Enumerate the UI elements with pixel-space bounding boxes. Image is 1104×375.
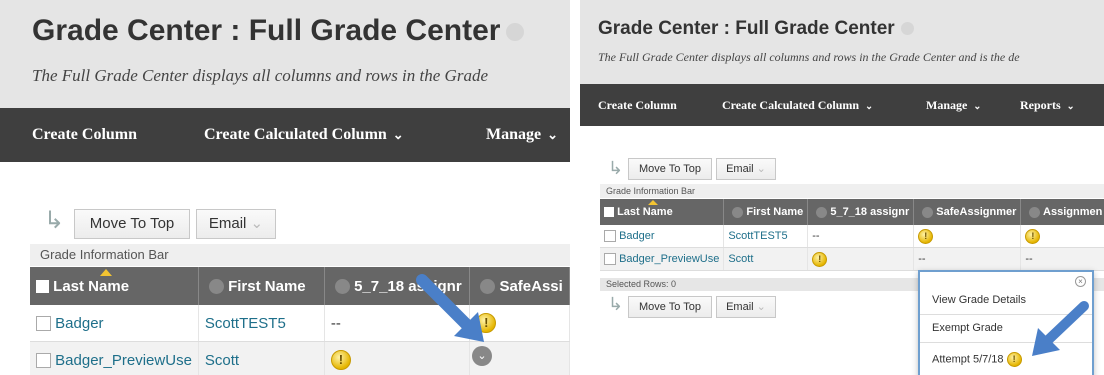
sort-indicator-icon <box>648 200 658 205</box>
blue-pointer-arrow-icon <box>416 274 484 342</box>
create-column-button[interactable]: Create Column <box>598 98 677 113</box>
page-header: Grade Center : Full Grade Center The Ful… <box>0 0 570 108</box>
row-checkbox[interactable] <box>36 316 51 332</box>
needs-grading-icon: ! <box>1006 352 1022 367</box>
page-title: Grade Center : Full Grade Center <box>598 18 914 40</box>
grade-information-bar[interactable]: Grade Information Bar <box>30 244 570 266</box>
column-header-last-name[interactable]: Last Name <box>30 267 199 305</box>
reports-menu[interactable]: Reports ⌄ <box>1020 98 1075 113</box>
create-calculated-column-menu[interactable]: Create Calculated Column ⌄ <box>204 126 404 144</box>
indent-arrow-icon: ↳ <box>44 207 65 234</box>
column-options-icon[interactable] <box>334 279 350 295</box>
manage-menu[interactable]: Manage ⌄ <box>486 126 558 144</box>
create-column-button[interactable]: Create Column <box>32 126 137 144</box>
page-description: The Full Grade Center displays all colum… <box>598 50 1020 64</box>
manage-menu[interactable]: Manage ⌄ <box>926 98 981 113</box>
table-row: Badger ScottTEST5 -- ! ! <box>600 225 1104 248</box>
email-button[interactable]: Email ⌄ <box>716 158 776 180</box>
column-options-icon[interactable] <box>208 279 224 295</box>
page-title: Grade Center : Full Grade Center <box>32 14 525 48</box>
last-name-cell[interactable]: Badger <box>619 230 654 242</box>
row-checkbox[interactable] <box>604 230 616 243</box>
grade-grid: Last Name First Name 5_7_18 assignr Safe… <box>600 199 1104 271</box>
column-options-icon[interactable] <box>1029 206 1041 218</box>
chevron-down-icon: ⌄ <box>973 101 982 112</box>
select-all-checkbox[interactable] <box>36 280 49 294</box>
needs-grading-icon: ! <box>330 350 351 370</box>
first-name-cell[interactable]: Scott <box>205 352 239 369</box>
first-name-cell[interactable]: Scott <box>728 253 753 265</box>
last-name-cell[interactable]: Badger <box>55 315 103 332</box>
action-bar: Create Column Create Calculated Column ⌄ … <box>580 84 1104 126</box>
indent-arrow-icon: ↳ <box>608 294 624 314</box>
right-screenshot-panel: Grade Center : Full Grade Center The Ful… <box>580 0 1104 375</box>
grade-cell[interactable]: -- <box>807 225 915 248</box>
chevron-down-icon: ⌄ <box>865 101 874 112</box>
move-to-top-button[interactable]: Move To Top <box>74 209 190 239</box>
chevron-down-icon: ⌄ <box>756 301 766 313</box>
first-name-cell[interactable]: ScottTEST5 <box>728 230 787 242</box>
row-checkbox[interactable] <box>604 253 616 266</box>
chevron-down-icon: ⌄ <box>547 128 558 142</box>
title-options-icon[interactable] <box>506 23 525 42</box>
move-to-top-button[interactable]: Move To Top <box>628 158 712 180</box>
column-options-icon[interactable] <box>816 206 828 218</box>
column-options-icon[interactable] <box>732 206 744 218</box>
needs-grading-icon: ! <box>918 228 934 244</box>
menu-item-attempt[interactable]: Attempt 5/7/18 ! <box>932 352 1022 367</box>
close-icon[interactable]: × <box>1075 276 1086 287</box>
last-name-cell[interactable]: Badger_PreviewUse <box>619 253 719 265</box>
column-header-first-name[interactable]: First Name <box>198 267 325 305</box>
row-checkbox[interactable] <box>36 353 51 369</box>
needs-grading-icon: ! <box>812 251 828 267</box>
grade-information-bar[interactable]: Grade Information Bar <box>600 184 1104 198</box>
grade-cell[interactable]: -- <box>913 247 1022 271</box>
chevron-down-icon: ⌄ <box>392 128 404 142</box>
title-options-icon[interactable] <box>900 22 914 36</box>
page-header: Grade Center : Full Grade Center The Ful… <box>580 0 1104 84</box>
column-header-first-name[interactable]: First Name <box>723 199 809 225</box>
menu-item-exempt-grade[interactable]: Exempt Grade <box>932 322 1003 334</box>
move-to-top-button-bottom[interactable]: Move To Top <box>628 296 712 318</box>
grade-cell[interactable]: ! <box>1020 225 1104 248</box>
table-row: Badger_PreviewUse Scott ! -- -- <box>600 247 1104 271</box>
menu-item-view-grade-details[interactable]: View Grade Details <box>932 294 1026 306</box>
chevron-down-icon: ⌄ <box>1066 101 1075 112</box>
last-name-cell[interactable]: Badger_PreviewUse <box>55 352 192 369</box>
grid-header-row: Last Name First Name 5_7_18 assignr Safe… <box>600 199 1104 225</box>
divider <box>572 0 578 375</box>
action-bar: Create Column Create Calculated Column ⌄ … <box>0 108 570 162</box>
chevron-down-icon: ⌄ <box>756 163 766 175</box>
chevron-down-icon: ⌄ <box>250 215 264 232</box>
column-header-assignment-2[interactable]: Assignmen <box>1020 199 1104 225</box>
first-name-cell[interactable]: ScottTEST5 <box>205 315 286 332</box>
left-screenshot-panel: Grade Center : Full Grade Center The Ful… <box>0 0 570 375</box>
sort-indicator-icon <box>100 269 112 276</box>
column-header-last-name[interactable]: Last Name <box>600 199 725 225</box>
indent-arrow-icon: ↳ <box>608 158 624 178</box>
column-header-safeassign[interactable]: SafeAssignmer <box>913 199 1022 225</box>
grade-cell[interactable]: -- <box>1020 247 1104 271</box>
grade-cell[interactable]: ! <box>913 225 1022 248</box>
page-description: The Full Grade Center displays all colum… <box>32 66 488 85</box>
select-all-checkbox[interactable] <box>604 207 614 218</box>
grade-cell[interactable]: ! <box>807 247 915 271</box>
column-header-assignment[interactable]: 5_7_18 assignr <box>807 199 915 225</box>
cell-options-icon[interactable]: ⌄ <box>472 346 492 366</box>
create-calculated-column-menu[interactable]: Create Calculated Column ⌄ <box>722 98 873 113</box>
needs-grading-icon: ! <box>1025 228 1041 244</box>
blue-pointer-arrow-icon <box>1032 301 1089 356</box>
column-options-icon[interactable] <box>922 206 934 218</box>
email-button[interactable]: Email ⌄ <box>196 209 276 239</box>
email-button-bottom[interactable]: Email ⌄ <box>716 296 776 318</box>
